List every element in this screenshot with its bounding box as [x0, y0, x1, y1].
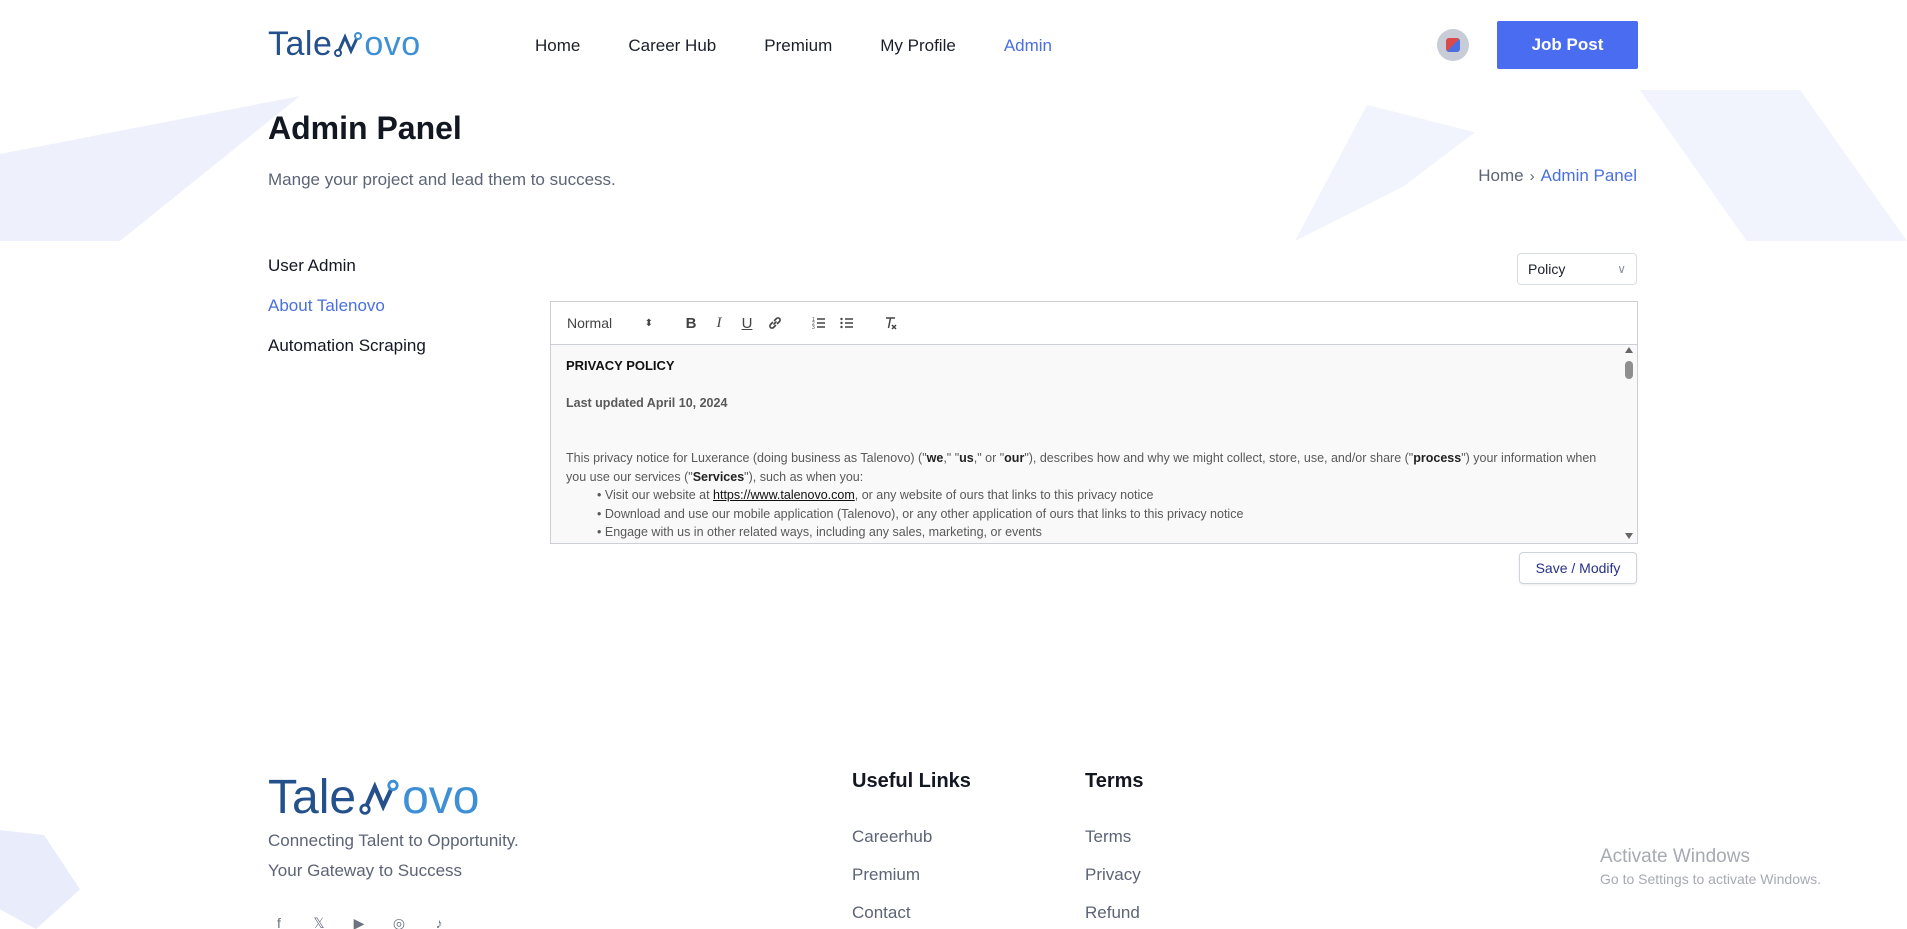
facebook-icon[interactable]: f: [270, 914, 288, 929]
website-link[interactable]: https://www.talenovo.com: [713, 488, 855, 502]
logo-text-part2: ovo: [364, 25, 421, 63]
breadcrumb-home[interactable]: Home: [1478, 166, 1523, 186]
background-shape: [1640, 90, 1907, 241]
footer-logo[interactable]: Tale ovo: [268, 770, 479, 825]
main-nav: Home Career Hub Premium My Profile Admin: [535, 36, 1052, 56]
nav-my-profile[interactable]: My Profile: [880, 36, 956, 56]
admin-sidebar: User Admin About Talenovo Automation Scr…: [268, 256, 426, 356]
editor-scrollbar[interactable]: [1623, 347, 1635, 541]
background-shape: [0, 96, 300, 241]
nav-admin[interactable]: Admin: [1004, 36, 1052, 56]
footer-terms: Terms Terms Privacy Refund: [1085, 770, 1144, 929]
clear-format-button[interactable]: [877, 311, 905, 335]
chevron-right-icon: ›: [1529, 167, 1535, 185]
list-item: Visit our website at https://www.talenov…: [597, 486, 1607, 505]
footer-link-careerhub[interactable]: Careerhub: [852, 827, 971, 847]
tagline-line2: Your Gateway to Success: [268, 861, 463, 880]
rich-text-editor: Normal ⬍ B I U 123 PRIVACY POLICY Last u…: [550, 301, 1638, 544]
ordered-list-button[interactable]: 123: [805, 311, 833, 335]
footer-tagline: Connecting Talent to Opportunity. Your G…: [268, 826, 519, 886]
policy-select[interactable]: Policy ∨: [1517, 253, 1637, 285]
sidebar-item-automation-scraping[interactable]: Automation Scraping: [268, 336, 426, 356]
footer-link-privacy[interactable]: Privacy: [1085, 865, 1144, 885]
nav-career-hub[interactable]: Career Hub: [628, 36, 716, 56]
tagline-line1: Connecting Talent to Opportunity.: [268, 831, 519, 850]
social-links: f 𝕏 ▶ ◎ ♪: [270, 914, 448, 929]
breadcrumb: Home › Admin Panel: [1478, 166, 1637, 186]
policy-updated: Last updated April 10, 2024: [566, 395, 728, 410]
nav-premium[interactable]: Premium: [764, 36, 832, 56]
bold-button[interactable]: B: [677, 311, 705, 335]
footer-link-contact[interactable]: Contact: [852, 903, 971, 923]
sidebar-item-about-talenovo[interactable]: About Talenovo: [268, 296, 426, 316]
link-button[interactable]: [761, 311, 789, 335]
format-select[interactable]: Normal ⬍: [567, 315, 653, 331]
scroll-thumb[interactable]: [1625, 361, 1633, 379]
policy-bullets: Visit our website at https://www.talenov…: [597, 486, 1607, 542]
list-item: Engage with us in other related ways, in…: [597, 523, 1607, 542]
bullet-list-button[interactable]: [833, 311, 861, 335]
footer-link-terms[interactable]: Terms: [1085, 827, 1144, 847]
underline-button[interactable]: U: [733, 311, 761, 335]
job-post-button[interactable]: Job Post: [1497, 21, 1638, 69]
top-header: Tale ovo Home Career Hub Premium My Prof…: [0, 0, 1907, 90]
footer-useful-links: Useful Links Careerhub Premium Contact: [852, 770, 971, 929]
list-item: Download and use our mobile application …: [597, 505, 1607, 524]
background-cube: [0, 830, 80, 929]
underline-icon: U: [741, 314, 753, 332]
windows-activation-watermark: Activate Windows Go to Settings to activ…: [1600, 846, 1821, 887]
scroll-up-icon[interactable]: [1625, 347, 1633, 353]
svg-text:3: 3: [812, 325, 815, 330]
useful-links-title: Useful Links: [852, 770, 971, 792]
watermark-line2: Go to Settings to activate Windows.: [1600, 871, 1821, 887]
editor-toolbar: Normal ⬍ B I U 123: [551, 302, 1637, 345]
logo-network-icon: [334, 31, 363, 57]
editor-content[interactable]: PRIVACY POLICY Last updated April 10, 20…: [551, 345, 1637, 543]
policy-heading: PRIVACY POLICY: [566, 358, 675, 373]
italic-icon: I: [716, 314, 722, 331]
instagram-icon[interactable]: ◎: [390, 914, 408, 929]
tiktok-icon[interactable]: ♪: [430, 914, 448, 929]
ordered-list-icon: 123: [812, 317, 825, 330]
italic-button[interactable]: I: [705, 311, 733, 335]
link-icon: [769, 317, 781, 329]
background-shape: [1295, 105, 1475, 241]
save-modify-button[interactable]: Save / Modify: [1519, 552, 1637, 584]
logo-network-icon: [359, 779, 399, 815]
logo-text-part1: Tale: [268, 771, 357, 824]
format-select-value: Normal: [567, 315, 613, 331]
watermark-line1: Activate Windows: [1600, 846, 1750, 867]
page-subtitle: Mange your project and lead them to succ…: [268, 170, 616, 189]
chevron-down-icon: ∨: [1617, 262, 1626, 276]
breadcrumb-current: Admin Panel: [1540, 166, 1637, 185]
avatar-image: [1446, 38, 1460, 52]
footer-link-premium[interactable]: Premium: [852, 865, 971, 885]
bold-icon: B: [685, 314, 697, 332]
avatar[interactable]: [1437, 29, 1469, 61]
sidebar-item-user-admin[interactable]: User Admin: [268, 256, 426, 276]
bullet-list-icon: [840, 317, 853, 329]
terms-title: Terms: [1085, 770, 1144, 792]
footer-link-refund[interactable]: Refund: [1085, 903, 1144, 923]
clear-format-icon: [886, 317, 897, 330]
scroll-down-icon[interactable]: [1625, 533, 1633, 539]
page-title: Admin Panel: [268, 110, 462, 146]
policy-select-value: Policy: [1528, 261, 1566, 277]
nav-home[interactable]: Home: [535, 36, 580, 56]
x-icon[interactable]: 𝕏: [310, 914, 328, 929]
logo-text-part2: ovo: [402, 771, 480, 824]
policy-paragraph: This privacy notice for Luxerance (doing…: [566, 451, 1597, 484]
youtube-icon[interactable]: ▶: [350, 914, 368, 929]
talenovo-logo[interactable]: Tale ovo: [268, 25, 421, 64]
updown-icon: ⬍: [644, 317, 653, 329]
logo-text-part1: Tale: [268, 25, 333, 63]
